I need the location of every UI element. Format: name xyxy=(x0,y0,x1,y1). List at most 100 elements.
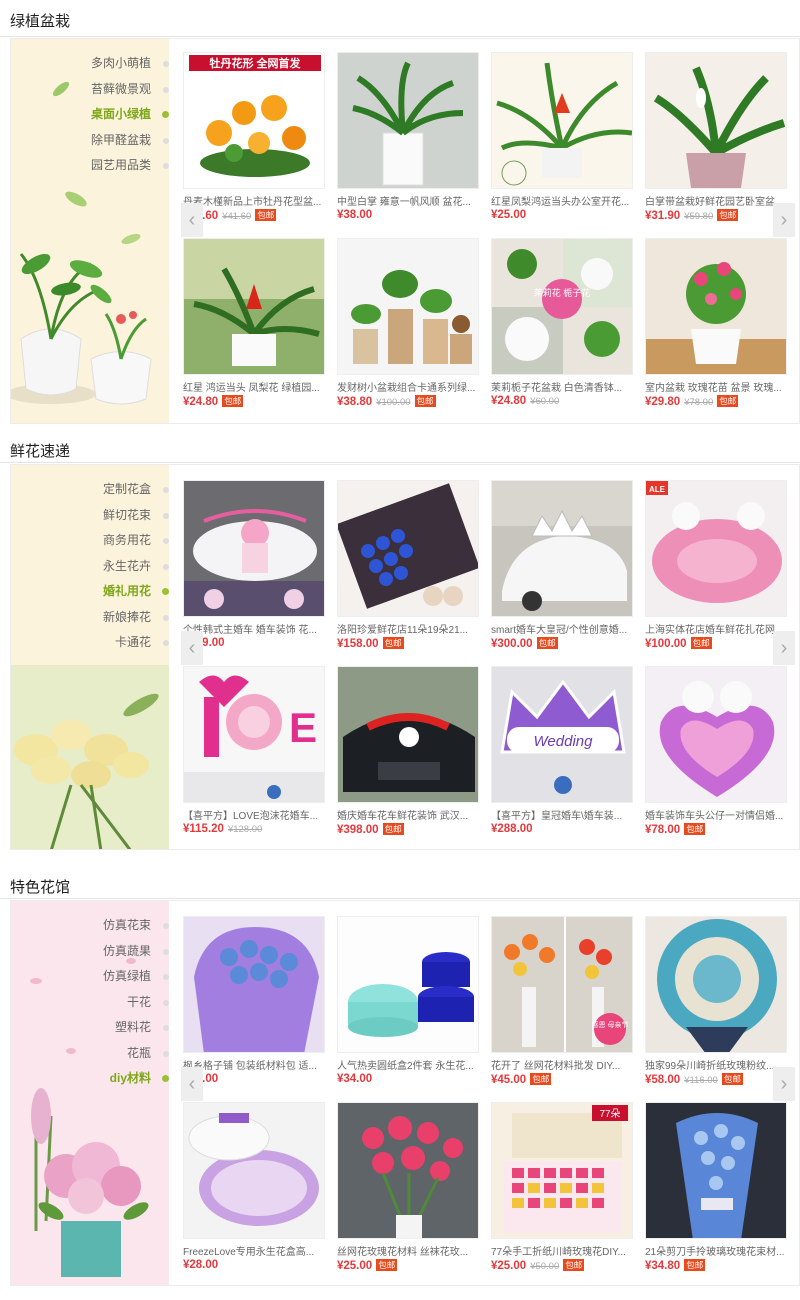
product-card[interactable]: ALE 上海实体花店婚车鲜花扎花网... ¥100.00 包邮 xyxy=(645,480,790,660)
price: ¥58.00 xyxy=(645,1074,681,1086)
category-item[interactable]: 塑料花 xyxy=(11,1015,169,1041)
old-price: ¥128.00 xyxy=(227,824,263,835)
free-shipping-badge: 包邮 xyxy=(222,395,244,407)
product-card[interactable]: 中型白掌 雍意一帆风顺 盆花... ¥38.00 xyxy=(337,52,482,232)
category-item-active[interactable]: diy材料 xyxy=(11,1066,169,1092)
product-card[interactable]: 白掌带盆栽好鲜花园艺卧室盆... ¥31.90 ¥59.80 包邮 xyxy=(645,52,790,232)
category-item[interactable]: 仿真花束 xyxy=(11,913,169,939)
product-card[interactable]: 人气热卖圆纸盒2件套 永生花... ¥34.00 xyxy=(337,916,482,1096)
free-shipping-badge: 包邮 xyxy=(255,209,277,221)
price-row: ¥24.80 包邮 xyxy=(183,395,328,411)
price-row: ¥78.00 包邮 xyxy=(645,823,790,839)
category-item[interactable]: 商务用花 xyxy=(11,528,169,554)
category-item[interactable]: 除甲醛盆栽 xyxy=(11,128,169,154)
free-shipping-badge: 包邮 xyxy=(376,1259,398,1271)
price-row: ¥398.00 包邮 xyxy=(337,823,482,839)
product-image xyxy=(183,916,325,1053)
price: ¥25.00 xyxy=(337,1260,373,1272)
price-row: ¥300.00 包邮 xyxy=(491,637,636,653)
price: ¥38.00 xyxy=(337,209,373,221)
product-card[interactable]: 茉莉花 栀子花 茉莉栀子花盆栽 白色清香钵... ¥24.80 ¥60.00 xyxy=(491,238,636,418)
category-item[interactable]: 仿真绿植 xyxy=(11,964,169,990)
carousel-prev-button[interactable]: ‹ xyxy=(181,203,203,237)
category-item[interactable]: 仿真蔬果 xyxy=(11,939,169,965)
carousel-prev-button[interactable]: ‹ xyxy=(181,631,203,665)
product-card[interactable]: 21朵剪刀手拎玻璃玫瑰花束材... ¥34.80 包邮 xyxy=(645,1102,790,1282)
free-shipping-badge: 包邮 xyxy=(382,823,404,835)
free-shipping-badge: 包邮 xyxy=(536,637,558,649)
category-list: 定制花盒 鲜切花束 商务用花 永生花卉 婚礼用花 新娘捧花 卡通花 xyxy=(11,477,169,656)
product-card[interactable]: 牡丹花形 全网首发 丹麦木槿新品上市牡丹花型盆... ¥36.60¥41.60包… xyxy=(183,52,328,232)
product-card[interactable]: FreezeLove专用永生花盒高... ¥28.00 xyxy=(183,1102,328,1282)
price-row: ¥169.00 xyxy=(183,637,328,653)
chevron-left-icon: ‹ xyxy=(188,637,196,659)
product-card[interactable]: 婚庆婚车花车鲜花装饰 武汉... ¥398.00 包邮 xyxy=(337,666,482,846)
category-item[interactable]: 永生花卉 xyxy=(11,554,169,580)
product-card[interactable]: Wedding 【喜平方】皇冠婚车\婚车装... ¥288.00 xyxy=(491,666,636,846)
price-row: ¥31.90 ¥59.80 包邮 xyxy=(645,209,790,225)
price-row: ¥100.00 包邮 xyxy=(645,637,790,653)
product-card[interactable]: 红星凤梨鸿运当头办公室开花... ¥25.00 xyxy=(491,52,636,232)
product-name: 【喜平方】LOVE泡沫花婚车... xyxy=(183,811,319,822)
category-item[interactable]: 园艺用品类 xyxy=(11,153,169,179)
product-card[interactable]: 洛阳珍爱鲜花店11朵19朵21... ¥158.00 包邮 xyxy=(337,480,482,660)
product-image: 茉莉花 栀子花 xyxy=(491,238,633,375)
chevron-left-icon: ‹ xyxy=(188,209,196,231)
product-card[interactable]: 丝网花玫瑰花材料 丝袜花玫... ¥25.00 包邮 xyxy=(337,1102,482,1282)
product-card[interactable]: 红星 鸿运当头 凤梨花 绿植园... ¥24.80 包邮 xyxy=(183,238,328,418)
old-price: ¥116.00 xyxy=(684,1075,718,1086)
product-name: 独家99朵川崎折纸玫瑰粉纹... xyxy=(645,1061,775,1072)
product-image xyxy=(337,916,479,1053)
chevron-left-icon: ‹ xyxy=(188,1073,196,1095)
product-card[interactable]: 独家99朵川崎折纸玫瑰粉纹... ¥58.00 ¥116.00 包邮 xyxy=(645,916,790,1096)
product-image xyxy=(645,1102,787,1239)
price-row: ¥24.80 ¥60.00 xyxy=(491,395,636,411)
carousel-next-button[interactable]: › xyxy=(773,631,795,665)
price-row: ¥45.00 包邮 xyxy=(491,1073,636,1089)
category-item[interactable]: 定制花盒 xyxy=(11,477,169,503)
product-card[interactable]: 枫乡格子铺 包装纸材料包 适... ¥35.00 xyxy=(183,916,328,1096)
product-card[interactable]: 感恩 母亲节 花开了 丝网花材料批发 DIY... ¥45.00 包邮 xyxy=(491,916,636,1096)
svg-text:茉莉花 栀子花: 茉莉花 栀子花 xyxy=(534,287,591,298)
price: ¥115.20 xyxy=(183,823,224,835)
price: ¥34.80 xyxy=(645,1260,681,1272)
price-row: ¥38.80 ¥100.00 包邮 xyxy=(337,395,482,411)
category-item[interactable]: 鲜切花束 xyxy=(11,503,169,529)
category-item-active[interactable]: 桌面小绿植 xyxy=(11,102,169,128)
free-shipping-badge: 包邮 xyxy=(717,209,739,221)
free-shipping-badge: 包邮 xyxy=(414,395,436,407)
carousel-next-button[interactable]: › xyxy=(773,1067,795,1101)
category-item[interactable]: 新娘捧花 xyxy=(11,605,169,631)
carousel-next-button[interactable]: › xyxy=(773,203,795,237)
product-name: 白掌带盆栽好鲜花园艺卧室盆... xyxy=(645,197,784,208)
free-shipping-badge: 包邮 xyxy=(684,1259,706,1271)
product-name: 茉莉栀子花盆栽 白色清香钵... xyxy=(491,383,623,394)
product-card[interactable]: 发财树小盆栽组合卡通系列绿... ¥38.80 ¥100.00 包邮 xyxy=(337,238,482,418)
price: ¥24.80 xyxy=(183,396,219,408)
product-image xyxy=(645,238,787,375)
carousel-prev-button[interactable]: ‹ xyxy=(181,1067,203,1101)
price: ¥24.80 xyxy=(491,395,527,407)
divider xyxy=(0,462,800,463)
category-item[interactable]: 多肉小萌植 xyxy=(11,51,169,77)
product-card[interactable]: 个性韩式主婚车 婚车装饰 花... ¥169.00 xyxy=(183,480,328,660)
product-card[interactable]: 77朵 77朵手工折纸川崎玫瑰花DIY... ¥25.00 ¥50.00 包邮 xyxy=(491,1102,636,1282)
category-item[interactable]: 干花 xyxy=(11,990,169,1016)
price: ¥78.00 xyxy=(645,824,681,836)
category-item[interactable]: 卡通花 xyxy=(11,630,169,656)
product-image xyxy=(337,1102,479,1239)
price-row: ¥34.80 包邮 xyxy=(645,1259,790,1275)
product-card[interactable]: 室内盆栽 玫瑰花苗 盆景 玫瑰... ¥29.80 ¥78.00 包邮 xyxy=(645,238,790,418)
product-image: 77朵 xyxy=(491,1102,633,1239)
category-item-active[interactable]: 婚礼用花 xyxy=(11,579,169,605)
product-card[interactable]: 婚车装饰车头公仔一对情侣婚... ¥78.00 包邮 xyxy=(645,666,790,846)
product-image xyxy=(183,480,325,617)
product-name: smart婚车大皇冠/个性创意婚... xyxy=(491,625,628,636)
product-name: 花开了 丝网花材料批发 DIY... xyxy=(491,1061,621,1072)
product-card[interactable]: E 【喜平方】LOVE泡沫花婚车... ¥115.20 ¥128.00 xyxy=(183,666,328,846)
product-card[interactable]: smart婚车大皇冠/个性创意婚... ¥300.00 包邮 xyxy=(491,480,636,660)
price-row: ¥34.00 xyxy=(337,1073,482,1089)
category-item[interactable]: 花瓶 xyxy=(11,1041,169,1067)
category-item[interactable]: 苔藓微景观 xyxy=(11,77,169,103)
product-name: 红星凤梨鸿运当头办公室开花... xyxy=(491,197,630,208)
